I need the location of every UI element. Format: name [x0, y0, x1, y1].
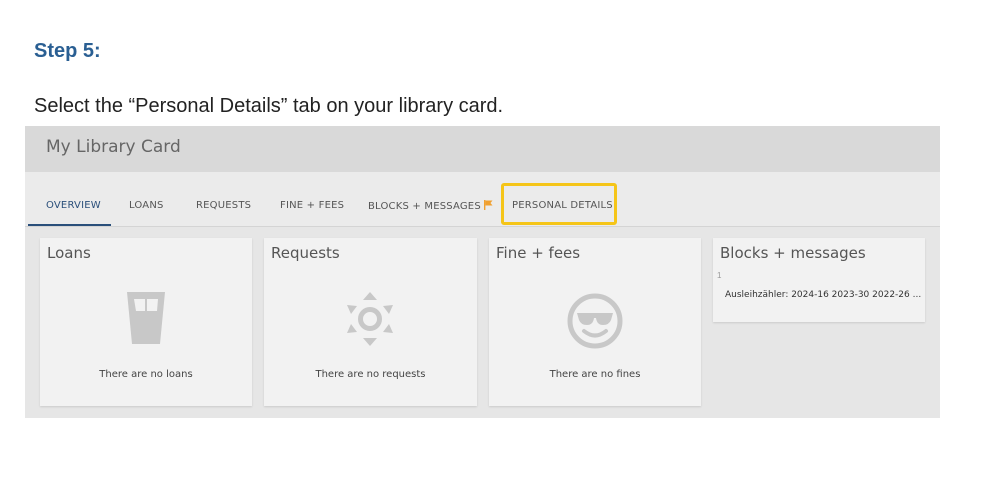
fines-panel[interactable]: Fine + fees There are no fines	[489, 238, 701, 406]
tab-blocks-messages-label: BLOCKS + MESSAGES	[368, 201, 481, 212]
message-text: Ausleihzähler: 2024-16 2023-30 2022-26 .…	[725, 290, 922, 300]
loans-panel-title: Loans	[47, 244, 91, 262]
active-tab-indicator	[28, 224, 111, 226]
tab-bar: OVERVIEW LOANS REQUESTS FINE + FEES BLOC…	[25, 172, 940, 227]
loans-empty-text: There are no loans	[99, 369, 193, 380]
library-card-app: My Library Card OVERVIEW LOANS REQUESTS …	[25, 126, 940, 418]
tab-requests[interactable]: REQUESTS	[196, 200, 251, 211]
glass-icon	[125, 290, 167, 351]
fines-panel-title: Fine + fees	[496, 244, 581, 262]
messages-panel-title: Blocks + messages	[720, 244, 866, 262]
sun-icon	[346, 292, 394, 351]
sunglasses-smiley-icon	[567, 293, 623, 354]
page-title: My Library Card	[46, 137, 181, 157]
tab-loans[interactable]: LOANS	[129, 200, 164, 211]
tab-blocks-messages[interactable]: BLOCKS + MESSAGES	[368, 200, 493, 213]
fines-empty-text: There are no fines	[549, 369, 641, 380]
requests-panel[interactable]: Requests There are no requests	[264, 238, 477, 406]
messages-panel[interactable]: Blocks + messages 1 Ausleihzähler: 2024-…	[713, 238, 925, 322]
flag-icon	[483, 200, 493, 213]
tab-fine-fees[interactable]: FINE + FEES	[280, 200, 344, 211]
step-title: Step 5:	[34, 40, 101, 62]
highlight-box	[501, 183, 617, 225]
requests-panel-title: Requests	[271, 244, 340, 262]
tab-overview[interactable]: OVERVIEW	[46, 200, 101, 211]
loans-panel[interactable]: Loans There are no loans	[40, 238, 252, 406]
instruction-text: Select the “Personal Details” tab on you…	[34, 95, 504, 117]
message-count: 1	[717, 271, 722, 280]
app-header: My Library Card	[25, 126, 940, 172]
requests-empty-text: There are no requests	[315, 369, 426, 380]
